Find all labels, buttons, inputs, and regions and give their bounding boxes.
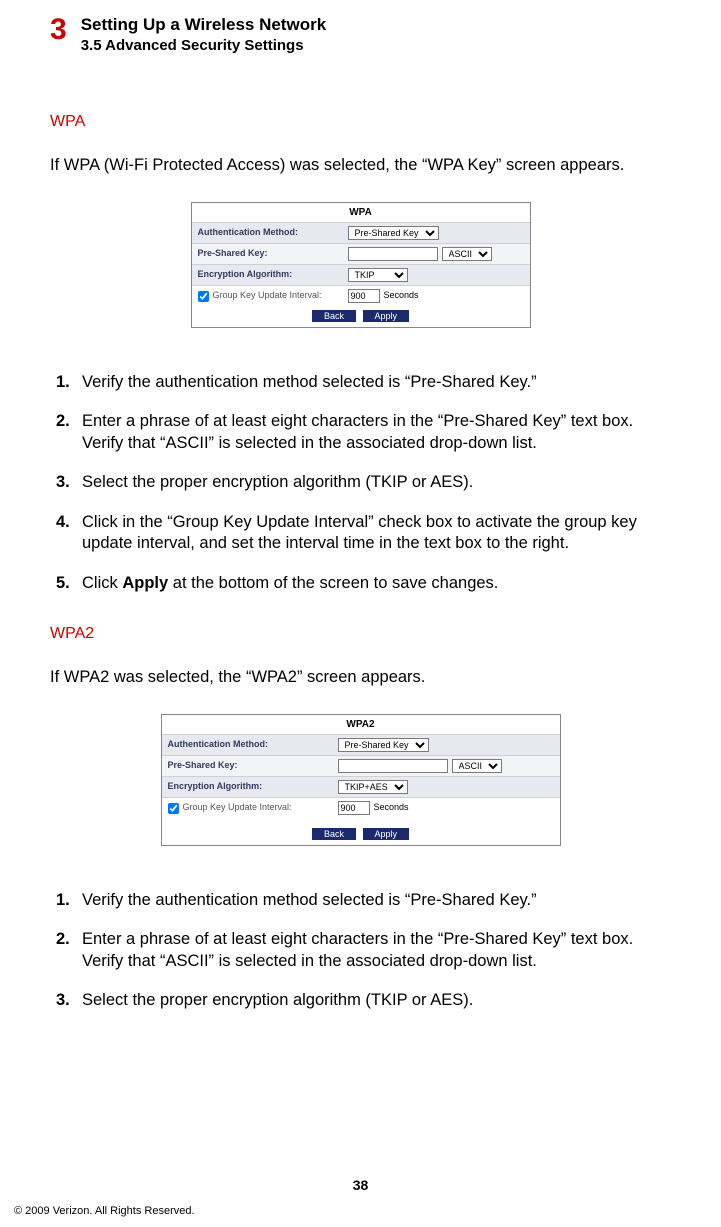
chapter-number: 3 <box>50 15 67 45</box>
gkui-checkbox[interactable] <box>168 803 179 814</box>
back-button[interactable]: Back <box>312 828 356 840</box>
gkui-unit: Seconds <box>374 802 409 814</box>
psk-input[interactable] <box>338 759 448 773</box>
step-number: 4. <box>56 512 82 555</box>
step-text: Verify the authentication method selecte… <box>82 890 671 911</box>
wpa2-figure: WPA2 Authentication Method: Pre-Shared K… <box>50 714 671 846</box>
psk-label: Pre-Shared Key: <box>168 760 338 772</box>
enc-algo-label: Encryption Algorithm: <box>168 781 338 793</box>
gkui-input[interactable] <box>348 289 380 303</box>
psk-encoding-select[interactable]: ASCII <box>442 247 492 261</box>
page-header: 3 Setting Up a Wireless Network 3.5 Adva… <box>50 15 671 54</box>
wpa2-heading: WPA2 <box>50 624 671 645</box>
auth-method-label: Authentication Method: <box>168 739 338 751</box>
step-text: Click in the “Group Key Update Interval”… <box>82 512 671 555</box>
gkui-checkbox[interactable] <box>198 291 209 302</box>
wpa-panel-title: WPA <box>192 203 530 222</box>
step-text: Verify the authentication method selecte… <box>82 372 671 393</box>
step-text: Enter a phrase of at least eight charact… <box>82 411 671 454</box>
wpa-intro: If WPA (Wi-Fi Protected Access) was sele… <box>50 155 671 176</box>
step-number: 1. <box>56 890 82 911</box>
psk-label: Pre-Shared Key: <box>198 248 348 260</box>
gkui-unit: Seconds <box>384 290 419 302</box>
wpa2-panel-title: WPA2 <box>162 715 560 734</box>
step-number: 1. <box>56 372 82 393</box>
psk-input[interactable] <box>348 247 438 261</box>
auth-method-select[interactable]: Pre-Shared Key <box>348 226 439 240</box>
wpa2-intro: If WPA2 was selected, the “WPA2” screen … <box>50 667 671 688</box>
section-title: 3.5 Advanced Security Settings <box>81 37 326 54</box>
apply-button[interactable]: Apply <box>363 310 410 322</box>
step-text: Enter a phrase of at least eight charact… <box>82 929 671 972</box>
copyright: © 2009 Verizon. All Rights Reserved. <box>14 1205 195 1217</box>
gkui-input[interactable] <box>338 801 370 815</box>
wpa-heading: WPA <box>50 112 671 133</box>
enc-algo-select[interactable]: TKIP+AES <box>338 780 408 794</box>
step-number: 2. <box>56 411 82 454</box>
wpa2-steps: 1.Verify the authentication method selec… <box>50 890 671 1012</box>
page-number: 38 <box>0 1177 721 1193</box>
psk-encoding-select[interactable]: ASCII <box>452 759 502 773</box>
step-number: 3. <box>56 472 82 493</box>
step-text: Select the proper encryption algorithm (… <box>82 990 671 1011</box>
auth-method-label: Authentication Method: <box>198 227 348 239</box>
wpa-figure: WPA Authentication Method: Pre-Shared Ke… <box>50 202 671 328</box>
step-number: 2. <box>56 929 82 972</box>
step-number: 3. <box>56 990 82 1011</box>
auth-method-select[interactable]: Pre-Shared Key <box>338 738 429 752</box>
step-text: Select the proper encryption algorithm (… <box>82 472 671 493</box>
gkui-label: Group Key Update Interval: <box>168 802 338 814</box>
back-button[interactable]: Back <box>312 310 356 322</box>
gkui-label: Group Key Update Interval: <box>198 290 348 302</box>
apply-button[interactable]: Apply <box>363 828 410 840</box>
step-number: 5. <box>56 573 82 594</box>
enc-algo-label: Encryption Algorithm: <box>198 269 348 281</box>
step-text: Click Apply at the bottom of the screen … <box>82 573 671 594</box>
wpa-steps: 1.Verify the authentication method selec… <box>50 372 671 594</box>
chapter-title: Setting Up a Wireless Network <box>81 15 326 35</box>
enc-algo-select[interactable]: TKIP <box>348 268 408 282</box>
